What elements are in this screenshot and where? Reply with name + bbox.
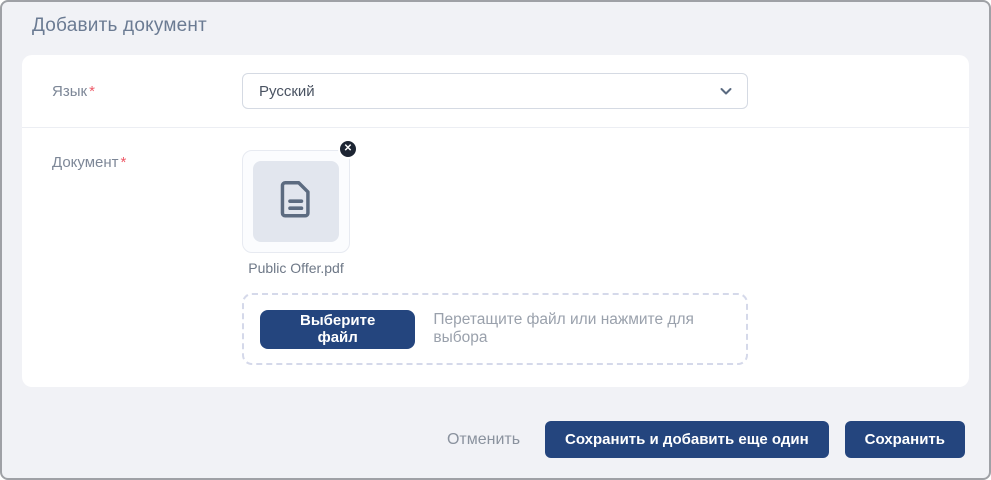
choose-file-button[interactable]: Выберите файл <box>260 310 415 349</box>
file-name: Public Offer.pdf <box>242 260 350 276</box>
cancel-button[interactable]: Отменить <box>447 431 520 449</box>
dialog-footer: Отменить Сохранить и добавить еще один С… <box>2 387 989 458</box>
dialog-header: Добавить документ <box>2 2 989 55</box>
document-field-content: ✕ Public Offer.pdf Выберите файл Перетащ… <box>242 150 748 365</box>
language-row: Язык* Русский <box>22 55 969 127</box>
file-preview-card <box>242 150 350 253</box>
chevron-down-icon <box>718 83 734 99</box>
language-select[interactable]: Русский <box>242 73 748 109</box>
language-label: Язык* <box>52 83 242 100</box>
document-label: Документ* <box>52 150 242 171</box>
file-preview: ✕ Public Offer.pdf <box>242 150 350 276</box>
required-asterisk: * <box>121 154 127 171</box>
file-preview-thumbnail <box>253 161 339 242</box>
file-dropzone[interactable]: Выберите файл Перетащите файл или нажмит… <box>242 293 748 365</box>
page-title: Добавить документ <box>32 15 207 36</box>
form-card: Язык* Русский Документ* <box>22 55 969 387</box>
close-icon: ✕ <box>344 144 352 154</box>
save-button[interactable]: Сохранить <box>845 421 965 458</box>
dropzone-hint: Перетащите файл или нажмите для выбора <box>433 311 730 347</box>
language-select-value: Русский <box>259 83 315 100</box>
document-row: Документ* <box>22 127 969 387</box>
save-and-add-button[interactable]: Сохранить и добавить еще один <box>545 421 829 458</box>
required-asterisk: * <box>89 83 95 100</box>
remove-file-button[interactable]: ✕ <box>338 139 358 159</box>
add-document-dialog: Добавить документ Язык* Русский Документ… <box>0 0 991 480</box>
file-document-icon <box>270 173 322 230</box>
